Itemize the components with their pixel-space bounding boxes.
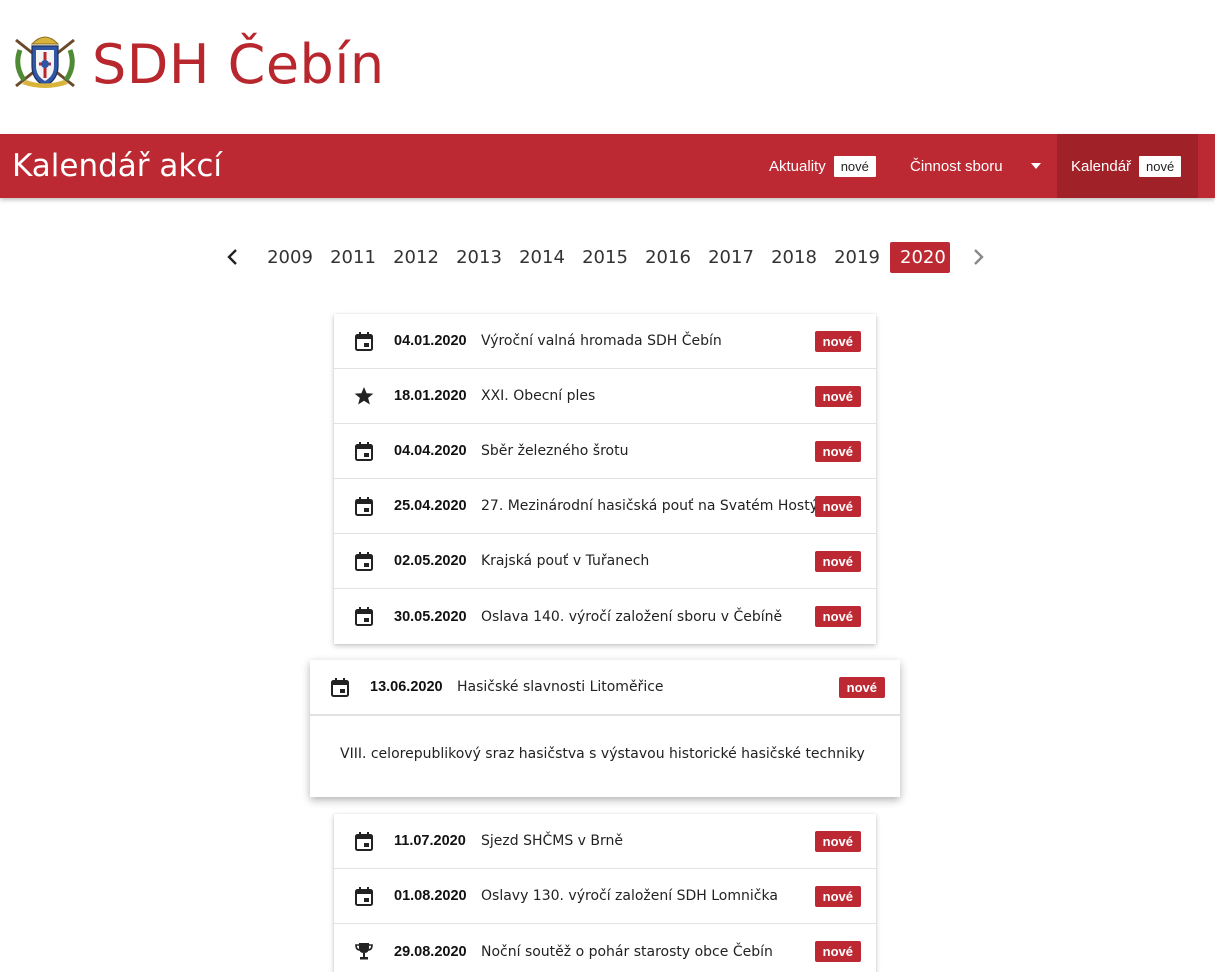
event-row[interactable]: 30.05.2020 Oslava 140. výročí založení s…	[334, 589, 876, 644]
event-name: Sběr železného šrotu	[481, 443, 629, 459]
event-date: 01.08.2020	[394, 888, 467, 904]
calendar-icon	[355, 442, 373, 461]
calendar-icon	[355, 607, 373, 626]
year-link-2009[interactable]: 2009	[266, 242, 314, 273]
year-link-2017[interactable]: 2017	[707, 242, 755, 273]
event-date: 04.01.2020	[394, 333, 467, 349]
new-badge: nové	[814, 550, 861, 572]
year-link-2018[interactable]: 2018	[770, 242, 818, 273]
new-badge: nové	[814, 606, 861, 627]
year-link-2011[interactable]: 2011	[329, 242, 377, 273]
new-badge: nové	[814, 941, 861, 962]
site-header: SDH Čebín	[0, 0, 1215, 134]
new-badge: nové	[814, 330, 861, 352]
event-name: Oslava 140. výročí založení sboru v Čebí…	[481, 608, 783, 625]
event-date: 11.07.2020	[394, 833, 466, 849]
calendar-icon	[355, 332, 373, 351]
event-list: 11.07.2020 Sjezd SHČMS v Brně nové 01.08…	[334, 814, 876, 972]
new-badge: nové	[814, 385, 861, 407]
event-date: 04.04.2020	[394, 443, 467, 459]
event-name: Sjezd SHČMS v Brně	[481, 833, 624, 849]
new-badge: nové	[833, 155, 876, 177]
event-name: Hasičské slavnosti Litoměřice	[457, 679, 664, 695]
event-row[interactable]: 29.08.2020 Noční soutěž o pohár starosty…	[334, 924, 876, 972]
chevron-down-icon	[1030, 163, 1041, 169]
event-date: 30.05.2020	[394, 608, 467, 625]
event-description: VIII. celorepublikový sraz hasičstva s v…	[310, 715, 900, 798]
new-badge: nové	[814, 440, 861, 462]
nav-item-label: Činnost sboru	[910, 157, 1003, 175]
year-link-2020-active[interactable]: 2020	[890, 242, 950, 273]
calendar-icon	[355, 832, 373, 851]
event-row[interactable]: 01.08.2020 Oslavy 130. výročí založení S…	[334, 869, 876, 924]
event-row[interactable]: 11.07.2020 Sjezd SHČMS v Brně nové	[334, 814, 876, 869]
new-badge: nové	[814, 885, 861, 907]
site-title[interactable]: SDH Čebín	[92, 38, 385, 92]
event-row[interactable]: 04.01.2020 Výroční valná hromada SDH Čeb…	[334, 314, 876, 369]
year-link-2016[interactable]: 2016	[644, 242, 692, 273]
nav-item-label: Aktuality	[769, 157, 826, 175]
chevron-right-icon[interactable]	[973, 248, 985, 266]
event-name: Krajská pouť v Tuřanech	[481, 553, 650, 569]
event-date: 18.01.2020	[394, 388, 467, 404]
event-name: Noční soutěž o pohár starosty obce Čebín	[481, 943, 773, 960]
expanded-event-card: 13.06.2020 Hasičské slavnosti Litoměřice…	[310, 660, 900, 797]
calendar-icon	[355, 887, 373, 906]
chevron-left-icon[interactable]	[226, 248, 238, 266]
event-date: 25.04.2020	[394, 498, 467, 514]
new-badge: nové	[838, 676, 885, 698]
event-list: 04.01.2020 Výroční valná hromada SDH Čeb…	[334, 314, 876, 644]
event-date: 29.08.2020	[394, 943, 467, 960]
year-link-2013[interactable]: 2013	[455, 242, 503, 273]
event-row[interactable]: 18.01.2020 XXI. Obecní ples nové	[334, 369, 876, 424]
nav-item-kalendar[interactable]: Kalendář nové	[1057, 134, 1198, 198]
year-link-2015[interactable]: 2015	[581, 242, 629, 273]
event-row[interactable]: 02.05.2020 Krajská pouť v Tuřanech nové	[334, 534, 876, 589]
year-link-2019[interactable]: 2019	[833, 242, 881, 273]
event-name: XXI. Obecní ples	[481, 388, 596, 404]
year-link-2014[interactable]: 2014	[518, 242, 566, 273]
event-name: Oslavy 130. výročí založení SDH Lomnička	[481, 888, 778, 904]
calendar-icon	[355, 552, 373, 571]
new-badge: nové	[1139, 155, 1182, 177]
event-row-expanded[interactable]: 13.06.2020 Hasičské slavnosti Litoměřice…	[310, 660, 900, 715]
nav-item-aktuality[interactable]: Aktuality nové	[757, 134, 888, 198]
star-icon	[354, 387, 374, 405]
event-date: 02.05.2020	[394, 553, 467, 569]
calendar-icon	[331, 678, 349, 697]
event-name: Výroční valná hromada SDH Čebín	[481, 333, 722, 349]
calendar-icon	[355, 497, 373, 516]
event-row[interactable]: 25.04.2020 27. Mezinárodní hasičská pouť…	[334, 479, 876, 534]
year-link-2012[interactable]: 2012	[392, 242, 440, 273]
nav-item-cinnost-sboru[interactable]: Činnost sboru	[898, 134, 1053, 198]
new-badge: nové	[814, 830, 861, 852]
page-title: Kalendář akcí	[12, 148, 222, 184]
nav-item-label: Kalendář	[1071, 157, 1132, 175]
fire-brigade-emblem-logo[interactable]	[12, 30, 78, 92]
event-row[interactable]: 04.04.2020 Sběr železného šrotu nové	[334, 424, 876, 479]
year-pagination: 2009 2011 2012 2013 2014 2015 2016 2017 …	[0, 240, 1215, 276]
event-date: 13.06.2020	[370, 679, 443, 695]
main-navbar: Kalendář akcí Aktuality nové Činnost sbo…	[0, 134, 1215, 198]
event-name: 27. Mezinárodní hasičská pouť na Svatém …	[481, 498, 836, 514]
trophy-icon	[355, 943, 373, 960]
new-badge: nové	[814, 495, 861, 517]
